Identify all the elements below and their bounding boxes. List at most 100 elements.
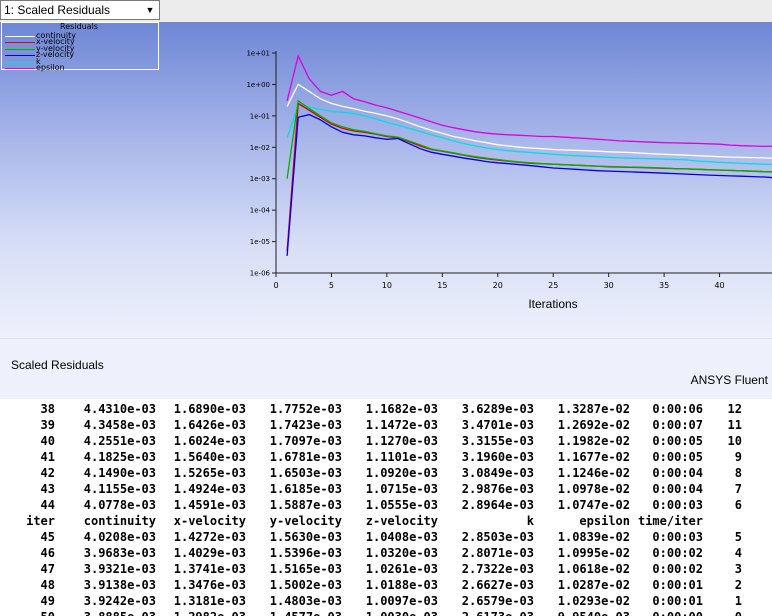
console-cell: 1.0555e-03 xyxy=(365,498,438,512)
legend-title: Residuals xyxy=(60,22,98,31)
console-row: 41 4.1825e-03 1.5640e-03 1.6781e-03 1.1101e-… xyxy=(0,449,772,465)
console-cell: 0:00:05 xyxy=(652,450,703,464)
console-cell: 1.0715e-03 xyxy=(365,482,438,496)
console-cell: 9 xyxy=(734,450,742,464)
console-row: 39 4.3458e-03 1.6426e-03 1.7423e-03 1.1472e-… xyxy=(0,417,772,433)
console-cell: 1.1682e-03 xyxy=(365,402,438,416)
console-cell: 1.4272e-03 xyxy=(173,530,246,544)
console-header-row: iter continuity x-velocity y-velocity z-velo… xyxy=(0,513,772,529)
console-cell: 2 xyxy=(734,578,742,592)
console-cell: 2.8071e-03 xyxy=(461,546,534,560)
console-cell: time/iter xyxy=(637,514,703,528)
console-cell: 1.4029e-03 xyxy=(173,546,246,560)
console-cell: 4.1490e-03 xyxy=(83,466,156,480)
console-row: 43 4.1155e-03 1.4924e-03 1.6185e-03 1.0715e-… xyxy=(0,481,772,497)
console-cell: 4 xyxy=(734,546,742,560)
console-cell: 3.9321e-03 xyxy=(83,562,156,576)
console-cell: 0:00:04 xyxy=(652,482,703,496)
chevron-down-icon[interactable]: ▼ xyxy=(143,3,157,17)
legend-swatch xyxy=(5,55,35,57)
console-cell: 1.0097e-03 xyxy=(365,594,438,608)
console-cell: y-velocity xyxy=(269,514,342,528)
console-cell: 1.1101e-03 xyxy=(365,450,438,464)
console-cell: 1.6024e-03 xyxy=(173,434,246,448)
console-cell: 1.5265e-03 xyxy=(173,466,246,480)
console-cell: 0:00:04 xyxy=(652,466,703,480)
console-cell: 1.0188e-03 xyxy=(365,578,438,592)
console-cell: 1.5640e-03 xyxy=(173,450,246,464)
console-cell: 3.1960e-03 xyxy=(461,450,534,464)
console-row: 42 4.1490e-03 1.5265e-03 1.6503e-03 1.0920e-… xyxy=(0,465,772,481)
ansys-fluent-brand: ANSYS Fluent xyxy=(690,373,768,387)
x-tick-label: 20 xyxy=(493,281,503,290)
legend-item-epsilon: epsilon xyxy=(2,63,152,72)
series-line-x-velocity xyxy=(286,102,772,252)
console-cell: continuity xyxy=(83,514,156,528)
console-cell: 1.0408e-03 xyxy=(365,530,438,544)
console-cell: 45 xyxy=(40,530,55,544)
console-output[interactable]: 38 4.4310e-03 1.6890e-03 1.7752e-03 1.1682e-… xyxy=(0,399,772,616)
console-cell: 4.0778e-03 xyxy=(83,498,156,512)
console-cell: 3.9683e-03 xyxy=(83,546,156,560)
console-cell: 1.1246e-02 xyxy=(557,466,630,480)
console-cell: 1.0287e-02 xyxy=(557,578,630,592)
y-tick-label: 1e-01 xyxy=(250,112,270,120)
legend-swatch xyxy=(5,48,35,50)
console-cell: 46 xyxy=(40,546,55,560)
console-row: 45 4.0208e-03 1.4272e-03 1.5630e-03 1.0408e-… xyxy=(0,529,772,545)
console-cell: 1.2982e-03 xyxy=(162,609,246,616)
window-select-value: 1: Scaled Residuals xyxy=(4,3,111,17)
x-tick-label: 10 xyxy=(382,281,392,290)
console-cell: 7 xyxy=(734,482,742,496)
console-cell: z-velocity xyxy=(365,514,438,528)
console-cell: 43 xyxy=(40,482,55,496)
console-cell: 1.5396e-03 xyxy=(269,546,342,560)
console-cell: 0:00:03 xyxy=(652,530,703,544)
console-cell: 0 xyxy=(706,609,742,616)
console-cell: 1.6503e-03 xyxy=(269,466,342,480)
graphics-window-select[interactable]: 1: Scaled Residuals ▼ xyxy=(0,0,160,20)
x-tick-label: 40 xyxy=(714,281,724,290)
console-cell: 11 xyxy=(727,418,742,432)
console-row: 48 3.9138e-03 1.3476e-03 1.5002e-03 1.0188e-… xyxy=(0,577,772,593)
legend-label: epsilon xyxy=(36,63,65,72)
legend-swatch xyxy=(5,36,35,37)
console-cell: 3.6289e-03 xyxy=(461,402,534,416)
console-cell: 1.1982e-02 xyxy=(557,434,630,448)
console-cell: 12 xyxy=(727,402,742,416)
console-cell: 0:00:03 xyxy=(652,498,703,512)
console-row: 38 4.4310e-03 1.6890e-03 1.7752e-03 1.1682e-… xyxy=(0,401,772,417)
console-cell: 38 xyxy=(40,402,55,416)
x-tick-label: 25 xyxy=(548,281,558,290)
console-cell: 4.1825e-03 xyxy=(83,450,156,464)
console-cell: 1.1270e-03 xyxy=(365,434,438,448)
console-cell: 2.6173e-03 xyxy=(440,609,534,616)
console-row: 40 4.2551e-03 1.6024e-03 1.7097e-03 1.1270e-… xyxy=(0,433,772,449)
console-cell: 1.6890e-03 xyxy=(173,402,246,416)
console-cell: 1.4577e-03 xyxy=(252,609,342,616)
y-tick-label: 1e-02 xyxy=(250,144,270,152)
console-cell: 2.6627e-03 xyxy=(461,578,534,592)
console-cell: 48 xyxy=(40,578,55,592)
console-cell: 50 xyxy=(1,609,55,616)
console-cell: 1.6426e-03 xyxy=(173,418,246,432)
console-row: 47 3.9321e-03 1.3741e-03 1.5165e-03 1.0261e-… xyxy=(0,561,772,577)
console-cell: 1.0293e-02 xyxy=(557,594,630,608)
console-cell: 1.0839e-02 xyxy=(557,530,630,544)
legend-swatch xyxy=(5,68,35,69)
console-cell: 2.7322e-03 xyxy=(461,562,534,576)
console-cell: 10 xyxy=(727,434,742,448)
console-cell: 2.9876e-03 xyxy=(461,482,534,496)
graphics-window[interactable]: 1e-06 1e-05 1e-04 1e-03 1e-02 1e-01 1e+00 1e+01… xyxy=(0,22,772,338)
console-cell: 39 xyxy=(40,418,55,432)
console-cell: 47 xyxy=(40,562,55,576)
x-tick-label: 30 xyxy=(604,281,614,290)
console-cell: 6 xyxy=(734,498,742,512)
console-cell: 1.0978e-02 xyxy=(557,482,630,496)
series-line-continuity xyxy=(286,83,772,159)
x-tick-label: 5 xyxy=(329,281,334,290)
x-tick-label: 0 xyxy=(273,281,278,290)
console-cell: 0:00:02 xyxy=(652,546,703,560)
console-cell: 9.9540e-03 xyxy=(538,609,630,616)
plot-name: Scaled Residuals xyxy=(11,358,104,372)
